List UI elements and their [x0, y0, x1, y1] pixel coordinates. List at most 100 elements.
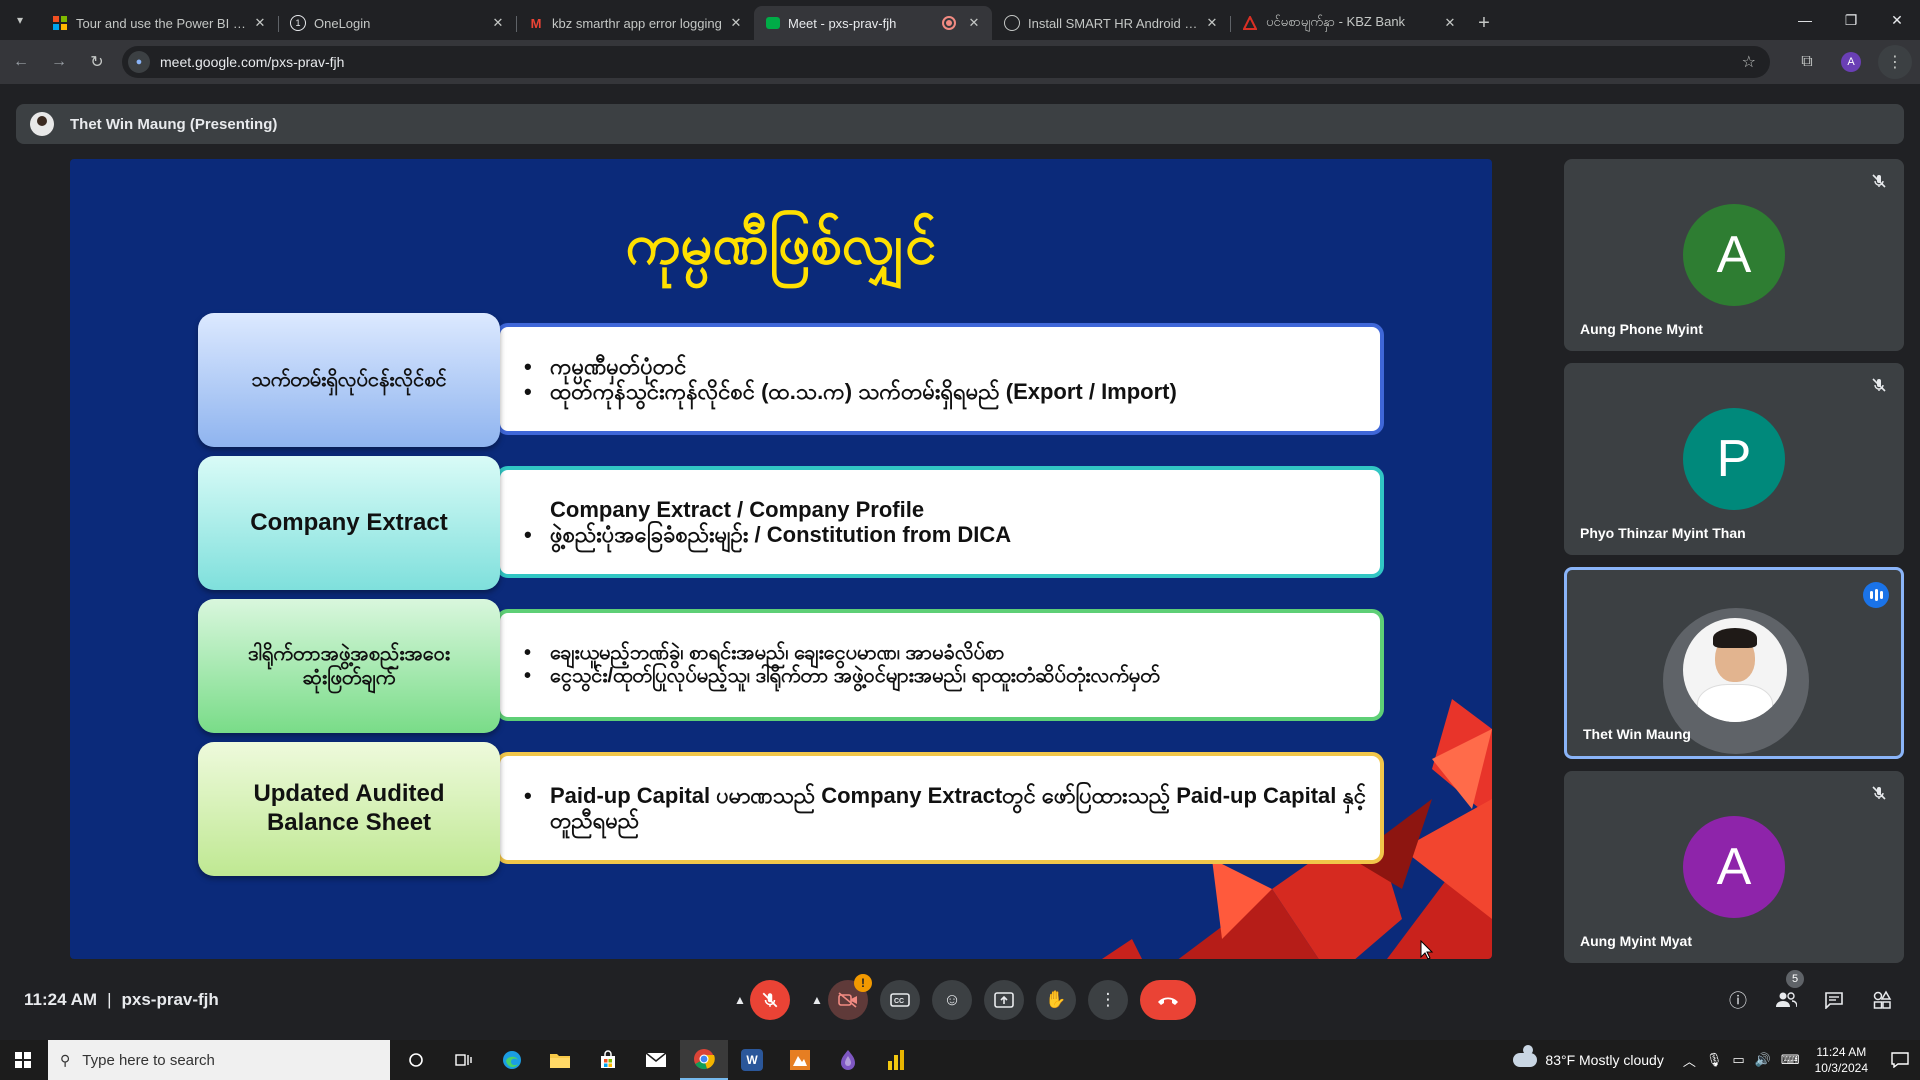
tab-title: OneLogin [314, 15, 371, 31]
meet-controls-bar: 11:24 AM | pxs-prav-fjh ▲ ▲ ! CC ☺ ✋ ⋮ ⓘ 5 [0, 970, 1920, 1024]
file-explorer-icon[interactable] [536, 1040, 584, 1080]
slide-row-balance-sheet: Updated Audited Balance Sheet Paid-up Ca… [198, 742, 1386, 876]
reload-icon[interactable]: ↻ [80, 45, 114, 79]
clock-date: 10/3/2024 [1814, 1061, 1868, 1075]
emoji-reaction-button[interactable]: ☺ [932, 980, 972, 1020]
participant-name: Thet Win Maung [1583, 726, 1691, 742]
mail-icon[interactable] [632, 1040, 680, 1080]
slide-row-company-extract: Company Extract Company Extract / Compan… [198, 456, 1386, 590]
leave-call-button[interactable] [1140, 980, 1196, 1020]
recording-indicator-icon [942, 16, 956, 30]
window-controls: — ❐ ✕ [1782, 0, 1920, 40]
weather-widget[interactable]: 83°F Mostly cloudy [1513, 1045, 1664, 1068]
url-text: meet.google.com/pxs-prav-fjh [160, 54, 345, 70]
globe-icon [1004, 15, 1020, 31]
tab-smart-hr[interactable]: Install SMART HR Android app ✕ [992, 6, 1230, 40]
task-view-icon[interactable] [440, 1040, 488, 1080]
microphone-toggle-button[interactable] [750, 980, 790, 1020]
start-button[interactable] [0, 1040, 46, 1080]
meeting-code: pxs-prav-fjh [121, 990, 219, 1009]
extensions-icon[interactable]: ⧉ [1790, 45, 1824, 79]
word-icon[interactable]: W [728, 1040, 776, 1080]
mic-off-icon [1870, 377, 1888, 395]
chat-icon[interactable] [1814, 980, 1854, 1020]
power-bi-icon[interactable] [872, 1040, 920, 1080]
info-separator: | [107, 990, 112, 1009]
microsoft-store-icon[interactable] [584, 1040, 632, 1080]
close-window-icon[interactable]: ✕ [1874, 0, 1920, 40]
microphone-icon[interactable]: ● [128, 51, 150, 73]
tab-close-icon[interactable]: ✕ [966, 15, 982, 31]
audio-options-chevron-icon[interactable]: ▲ [728, 980, 752, 1020]
microphone-in-use-icon[interactable]: 🎙 [1706, 1052, 1723, 1068]
row-label: သက်တမ်းရှိလုပ်ငန်းလိုင်စင် [198, 313, 500, 447]
present-screen-button[interactable] [984, 980, 1024, 1020]
tab-close-icon[interactable]: ✕ [490, 15, 506, 31]
participant-tile[interactable]: P Phyo Thinzar Myint Than [1564, 363, 1904, 555]
participant-tile[interactable]: A Aung Phone Myint [1564, 159, 1904, 351]
tab-power-bi[interactable]: Tour and use the Power BI servi ✕ [40, 6, 278, 40]
back-arrow-icon[interactable]: ← [4, 45, 38, 79]
tab-kbz-bank[interactable]: ပင်မစာမျက်နှာ - KBZ Bank ✕ [1230, 6, 1468, 40]
tab-search-chevron-icon[interactable]: ▾ [0, 0, 40, 40]
activities-icon[interactable] [1862, 980, 1902, 1020]
participant-name: Phyo Thinzar Myint Than [1580, 525, 1746, 541]
tab-onelogin[interactable]: 1 OneLogin ✕ [278, 6, 516, 40]
camera-toggle-button[interactable]: ! [828, 974, 872, 1020]
forward-arrow-icon[interactable]: → [42, 45, 76, 79]
bookmark-star-icon[interactable]: ☆ [1742, 52, 1756, 72]
windows-logo-icon [15, 1052, 31, 1068]
captions-button[interactable]: CC [880, 980, 920, 1020]
svg-text:CC: CC [894, 998, 904, 1005]
row-label: Company Extract [198, 456, 500, 590]
restore-icon[interactable]: ❐ [1828, 0, 1874, 40]
tab-close-icon[interactable]: ✕ [1204, 15, 1220, 31]
chrome-icon[interactable] [680, 1040, 728, 1080]
profile-button[interactable]: A [1834, 45, 1868, 79]
tab-close-icon[interactable]: ✕ [252, 15, 268, 31]
tab-title: kbz smarthr app error logging [552, 15, 722, 31]
participant-tile[interactable]: A Aung Myint Myat [1564, 771, 1904, 963]
edge-browser-icon[interactable] [488, 1040, 536, 1080]
input-language-icon[interactable]: ⌨ [1781, 1052, 1800, 1068]
tab-meet[interactable]: Meet - pxs-prav-fjh ✕ [754, 6, 992, 40]
browser-toolbar: ← → ↻ ● meet.google.com/pxs-prav-fjh ☆ ⧉… [0, 40, 1920, 84]
tab-close-icon[interactable]: ✕ [728, 15, 744, 31]
app-purple-icon[interactable] [824, 1040, 872, 1080]
microsoft-logo-icon [52, 15, 68, 31]
address-bar[interactable]: ● meet.google.com/pxs-prav-fjh ☆ [122, 46, 1770, 78]
video-options-chevron-icon[interactable]: ▲ [805, 980, 829, 1020]
participant-name: Aung Myint Myat [1580, 933, 1692, 949]
bullet-item: Paid-up Capital ပမာဏသည် Company Extractတ… [524, 783, 1380, 834]
app-orange-icon[interactable] [776, 1040, 824, 1080]
cloudy-weather-icon [1513, 1045, 1538, 1067]
cortana-icon[interactable] [392, 1040, 440, 1080]
taskbar-clock[interactable]: 11:24 AM 10/3/2024 [1815, 1044, 1868, 1076]
taskbar-search-box[interactable]: ⚲ Type here to search [48, 1040, 390, 1080]
tab-title: Meet - pxs-prav-fjh [788, 15, 897, 31]
row-label: ဒါရိုက်တာအဖွဲ့အစည်းအဝေး ဆုံးဖြတ်ချက် [198, 599, 500, 733]
volume-icon[interactable]: 🔊 [1755, 1052, 1771, 1068]
meeting-details-info-icon[interactable]: ⓘ [1718, 980, 1758, 1020]
bullet-item: ချေးယူမည့်ဘဏ်ခွဲ၊ စာရင်းအမည်၊ ချေးငွေပမာ… [524, 642, 1380, 665]
windows-taskbar: ⚲ Type here to search W 83°F Mostly clou… [0, 1040, 1920, 1080]
minimize-icon[interactable]: — [1782, 0, 1828, 40]
system-tray: 83°F Mostly cloudy ︿ 🎙 ▭ 🔊 ⌨ 11:24 AM 10… [1513, 1040, 1920, 1080]
mic-off-icon [1870, 173, 1888, 191]
slide-row-board-resolution: ဒါရိုက်တာအဖွဲ့အစည်းအဝေး ဆုံးဖြတ်ချက် ချေ… [198, 599, 1386, 733]
tab-title: Tour and use the Power BI servi [76, 15, 252, 31]
new-tab-button[interactable]: + [1468, 6, 1500, 40]
show-hidden-icons-chevron-icon[interactable]: ︿ [1683, 1051, 1696, 1070]
row-content: ချေးယူမည့်ဘဏ်ခွဲ၊ စာရင်းအမည်၊ ချေးငွေပမာ… [496, 609, 1384, 721]
bullet-item: ဖွဲ့စည်းပုံအခြေခံစည်းမျဉ်း / Constitutio… [524, 522, 1380, 548]
search-icon: ⚲ [60, 1051, 71, 1068]
participant-tile-speaking[interactable]: Thet Win Maung [1564, 567, 1904, 759]
network-icon[interactable]: ▭ [1732, 1052, 1744, 1068]
more-menu-icon[interactable]: ⋮ [1878, 45, 1912, 79]
raise-hand-button[interactable]: ✋ [1036, 980, 1076, 1020]
more-options-button[interactable]: ⋮ [1088, 980, 1128, 1020]
tab-close-icon[interactable]: ✕ [1442, 15, 1458, 31]
tab-gmail[interactable]: M kbz smarthr app error logging ✕ [516, 6, 754, 40]
notifications-icon[interactable] [1880, 1040, 1920, 1080]
slide-row-business-license: သက်တမ်းရှိလုပ်ငန်းလိုင်စင် ကုမ္ပဏီမှတ်ပု… [198, 313, 1386, 447]
